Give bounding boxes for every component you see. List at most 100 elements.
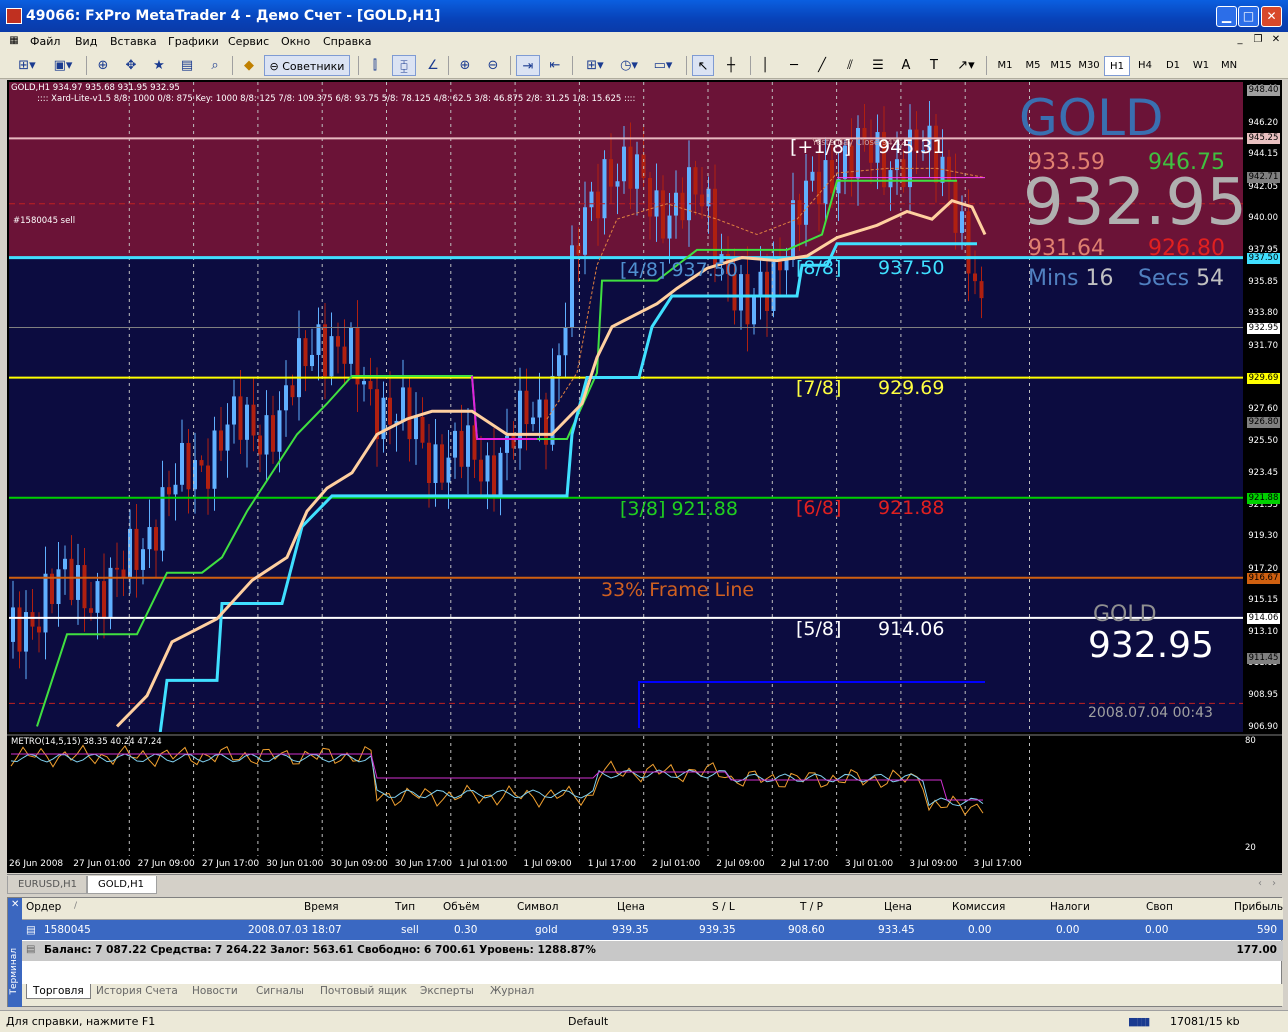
terminal-tabs: Торговля История Счета Новости Сигналы П… [22,984,1283,1006]
menu-charts[interactable]: Графики [168,35,219,48]
crosshair-icon[interactable]: ┼ [720,55,742,76]
mdi-restore-icon[interactable]: ❐ [1250,34,1266,49]
bar-chart-icon[interactable]: ⫿ [364,55,386,76]
frame-line-label: 33% Frame Line [601,579,755,601]
candle-body [622,146,626,182]
menu-help[interactable]: Справка [323,35,371,48]
navigator-icon[interactable]: ✥ [120,55,142,76]
order-sl: 939.35 [699,924,736,936]
col-profit[interactable]: Прибыль [1234,901,1283,913]
order-label: #1580045 sell [13,216,76,226]
col-tp[interactable]: T / P [800,901,823,913]
zoom-out-icon[interactable]: ⊖ [482,55,504,76]
menu-tools[interactable]: Сервис [228,35,269,48]
tab-account-history[interactable]: История Счета [96,985,178,997]
indicator-ymin: 20 [1245,843,1256,853]
timeframe-m30[interactable]: M30 [1076,56,1102,76]
indicator-chart[interactable] [7,734,1282,857]
tester-icon[interactable]: ⌕ [204,55,226,76]
mdi-close-icon[interactable]: ✕ [1268,34,1284,49]
tab-experts[interactable]: Эксперты [420,985,474,997]
tab-scroll-left-icon[interactable]: ‹ [1258,878,1262,889]
arrows-icon[interactable]: ↗▾ [952,55,980,76]
col-taxes[interactable]: Налоги [1050,901,1090,913]
periods-icon[interactable]: ◷▾ [614,55,644,76]
close-button[interactable]: ✕ [1261,6,1282,27]
price-axis-label: 940.00 [1248,213,1278,224]
tab-journal[interactable]: Журнал [490,985,534,997]
col-order[interactable]: Ордер [26,901,61,913]
candle-body [128,528,132,579]
timeframe-h1[interactable]: H1 [1104,56,1130,76]
trendline-icon[interactable]: ╱ [812,55,832,76]
tab-eurusd[interactable]: EURUSD,H1 [7,876,87,894]
tab-alerts[interactable]: Сигналы [256,985,304,997]
menu-insert[interactable]: Вставка [110,35,157,48]
minimize-button[interactable]: ▁ [1216,6,1237,27]
line-chart-icon[interactable]: ∠ [422,55,444,76]
big-price: 932.95 [1023,166,1247,240]
chart-shift-icon[interactable]: ⇤ [544,55,566,76]
terminal-icon[interactable]: ▤ [176,55,198,76]
col-commission[interactable]: Комиссия [952,901,1005,913]
mdi-minimize-icon[interactable]: _ [1232,34,1248,49]
candle-body [264,415,269,455]
col-symbol[interactable]: Символ [517,901,558,913]
menu-file[interactable]: Файл [30,35,60,48]
col-price[interactable]: Цена [617,901,645,913]
order-row[interactable]: ▤ 1580045 2008.07.03 18:07 sell 0.30 gol… [22,920,1283,940]
vertical-line-icon[interactable]: │ [756,55,774,76]
timeframe-h4[interactable]: H4 [1132,56,1158,76]
price-axis-label: 915.15 [1248,595,1278,606]
timeframe-d1[interactable]: D1 [1160,56,1186,76]
cursor-icon[interactable]: ↖ [692,55,714,76]
chart-window[interactable]: GOLD,H1 934.97 935.68 931.95 932.95 ::::… [7,80,1282,873]
equidistant-channel-icon[interactable]: ⫽ [840,55,860,76]
candle-body [778,261,782,271]
zoom-in-icon[interactable]: ⊕ [454,55,476,76]
candle-body [492,455,496,497]
profiles-icon[interactable]: ▣▾ [48,55,78,76]
fibonacci-icon[interactable]: ☰ [868,55,888,76]
tab-trade[interactable]: Торговля [26,984,91,999]
timeframe-w1[interactable]: W1 [1188,56,1214,76]
col-volume[interactable]: Объём [443,901,480,913]
col-sl[interactable]: S / L [712,901,735,913]
market-watch-icon[interactable]: ⊕ [92,55,114,76]
horizontal-line-icon[interactable]: ─ [784,55,804,76]
menu-window[interactable]: Окно [281,35,310,48]
new-chart-icon[interactable]: ⊞▾ [12,55,42,76]
maximize-button[interactable]: □ [1238,6,1259,27]
col-swap[interactable]: Своп [1146,901,1173,913]
candle-body [745,274,750,325]
order-id: 1580045 [44,924,91,936]
expert-advisors-button[interactable]: ⊖ Советники [264,55,350,76]
text-label-icon[interactable]: T [924,55,944,76]
col-current-price[interactable]: Цена [884,901,912,913]
tab-news[interactable]: Новости [192,985,238,997]
price-axis-label: 908.95 [1248,690,1278,701]
timeframe-m5[interactable]: M5 [1020,56,1046,76]
metaeditor-icon[interactable]: ◆ [238,55,260,76]
terminal-close-icon[interactable]: ✕ [11,899,19,910]
text-icon[interactable]: A [896,55,916,76]
autoscroll-icon[interactable]: ⇥ [516,55,540,76]
candle-body [147,527,152,550]
col-time[interactable]: Время [304,901,339,913]
col-type[interactable]: Тип [395,901,415,913]
candle-body [628,146,633,189]
tab-gold[interactable]: GOLD,H1 [87,876,157,894]
price-badge: 929.69 [1247,372,1280,384]
data-window-icon[interactable]: ★ [148,55,170,76]
menu-view[interactable]: Вид [75,35,97,48]
templates-icon[interactable]: ▭▾ [648,55,678,76]
tab-mailbox[interactable]: Почтовый ящик [320,985,407,997]
candle-body [440,444,444,483]
timeframe-mn[interactable]: MN [1216,56,1242,76]
timeframe-m15[interactable]: M15 [1048,56,1074,76]
tab-scroll-right-icon[interactable]: › [1272,878,1276,889]
timeframe-m1[interactable]: M1 [992,56,1018,76]
candle-body [459,430,464,467]
candlestick-icon[interactable]: ⧮ [392,55,416,76]
indicators-icon[interactable]: ⊞▾ [580,55,610,76]
